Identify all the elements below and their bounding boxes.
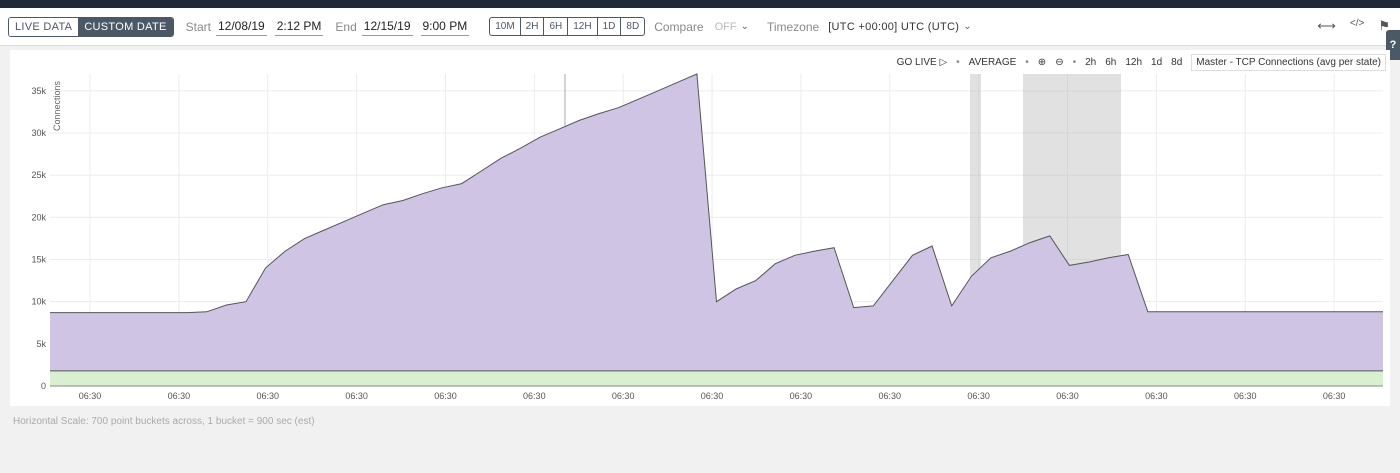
x-tick-label: 06:30 [701,391,724,401]
end-date-field[interactable]: 12/15/19 [361,17,413,36]
zoom-in-icon[interactable]: ⊕ [1038,57,1046,68]
y-tick-label: 35k [31,86,46,96]
timezone-label: Timezone [766,19,820,34]
y-tick-label: 5k [36,339,46,349]
y-axis-label: Connections [52,80,62,131]
zoom-12h-link[interactable]: 12h [1125,57,1142,68]
range-2h-button[interactable]: 2H [521,18,545,35]
top-strip [0,0,1400,8]
end-time-field[interactable]: 9:00 PM [420,17,470,36]
chevron-down-icon[interactable]: ⌄ [963,21,971,32]
x-tick-label: 06:30 [256,391,279,401]
x-tick-label: 06:30 [168,391,191,401]
share-icon[interactable]: ⟷ [1317,18,1336,34]
compare-select[interactable]: OFF [715,21,737,33]
zoom-8d-link[interactable]: 8d [1171,57,1182,68]
x-tick-label: 06:30 [1234,391,1257,401]
x-tick-label: 06:30 [967,391,990,401]
toolbar-actions: ⟷ </> ⚑ [1317,18,1390,34]
chart-header: GO LIVE ▷ • AVERAGE • ⊕ ⊖ • 2h 6h 12h 1d… [897,54,1386,71]
y-axis: 0 5k 10k 15k 20k 25k 30k 35k [31,86,46,391]
series-layer [50,73,1383,387]
toolbar: LIVE DATA CUSTOM DATE Start 12/08/19 2:1… [0,8,1400,46]
y-tick-label: 10k [31,297,46,307]
embed-icon[interactable]: </> [1350,18,1364,34]
range-12h-button[interactable]: 12H [568,18,598,35]
x-tick-label: 06:30 [523,391,546,401]
range-10m-button[interactable]: 10M [490,18,521,35]
start-label: Start [185,19,211,34]
zoom-1d-link[interactable]: 1d [1151,57,1162,68]
zoom-6h-link[interactable]: 6h [1105,57,1116,68]
go-live-button[interactable]: GO LIVE ▷ [897,57,947,68]
x-tick-label: 06:30 [345,391,368,401]
y-tick-label: 0 [41,381,46,391]
x-tick-label: 06:30 [790,391,813,401]
horizontal-scale-note: Horizontal Scale: 700 point buckets acro… [13,416,315,427]
y-tick-label: 20k [31,212,46,222]
x-axis: 06:30 06:30 06:30 06:30 06:30 06:30 06:30 06:30… [79,391,1346,401]
x-tick-label: 06:30 [1323,391,1346,401]
y-tick-label: 15k [31,255,46,265]
zoom-2h-link[interactable]: 2h [1085,57,1096,68]
y-tick-label: 25k [31,170,46,180]
zoom-out-icon[interactable]: ⊖ [1055,57,1063,68]
live-data-tab[interactable]: LIVE DATA [9,17,79,36]
start-date-field[interactable]: 12/08/19 [216,17,267,36]
x-tick-label: 06:30 [1145,391,1168,401]
range-6h-button[interactable]: 6H [544,18,569,35]
chevron-down-icon[interactable]: ⌄ [741,21,749,32]
aggregate-select[interactable]: AVERAGE [969,57,1017,68]
baseline-area [50,370,1383,386]
custom-date-tab[interactable]: CUSTOM DATE [78,17,173,36]
x-tick-label: 06:30 [434,391,457,401]
x-tick-label: 06:30 [79,391,102,401]
range-8d-button[interactable]: 8D [621,18,644,35]
timezone-select[interactable]: [UTC +00:00] UTC (UTC) [828,21,959,33]
end-label: End [335,19,357,34]
connections-line [50,73,1383,314]
y-tick-label: 30k [31,128,46,138]
range-buttons: 10M 2H 6H 12H 1D 8D [489,17,646,36]
connections-chart[interactable]: 05k10k15k20k25k30k35k 06:30 06:30 06:30 06:… [10,50,1390,406]
x-tick-label: 06:30 [1056,391,1079,401]
start-time-field[interactable]: 2:12 PM [274,17,324,36]
x-tick-label: 06:30 [879,391,902,401]
metric-selector[interactable]: Master - TCP Connections (avg per state) [1191,54,1386,71]
chart-panel: GO LIVE ▷ • AVERAGE • ⊕ ⊖ • 2h 6h 12h 1d… [10,50,1390,406]
x-tick-label: 06:30 [612,391,635,401]
mode-toggle: LIVE DATA CUSTOM DATE [8,16,174,37]
compare-label: Compare [654,19,704,34]
connections-area [50,74,1383,371]
range-1d-button[interactable]: 1D [598,18,622,35]
